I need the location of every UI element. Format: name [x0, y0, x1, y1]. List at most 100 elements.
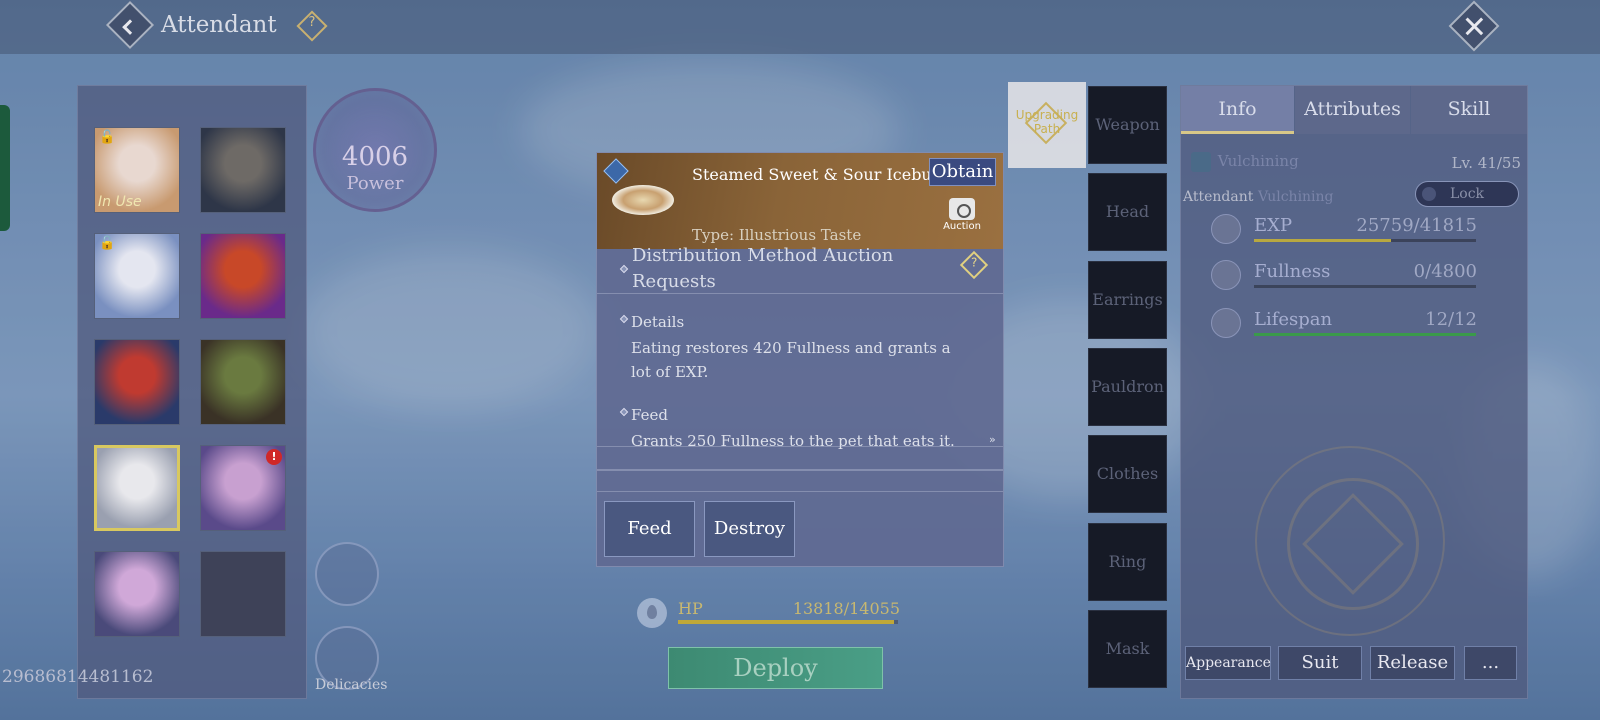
roster-slot-white-haired-woman[interactable]: 🔓 In Use: [94, 127, 180, 213]
help-icon[interactable]: ?: [959, 250, 989, 280]
pet-level: Lv. 41/55: [1451, 154, 1521, 172]
stat-bar: [1254, 285, 1476, 288]
equip-slot-mask[interactable]: Mask: [1088, 609, 1167, 688]
empty-slot-bg: [201, 552, 285, 636]
equip-slot-ring[interactable]: Ring: [1088, 522, 1167, 601]
stat-name: Lifespan: [1254, 309, 1333, 330]
suit-button[interactable]: Suit: [1278, 646, 1362, 680]
attendant-name: Vulchining: [1258, 189, 1334, 205]
divider: [597, 491, 1003, 492]
divider: [597, 446, 1003, 447]
attendant-label: Attendant: [1183, 189, 1254, 205]
pet-name-row: Vulchining: [1191, 152, 1299, 172]
obtain-button[interactable]: Obtain: [929, 158, 996, 186]
tab-attributes[interactable]: Attributes: [1295, 86, 1410, 134]
scroll-down-icon[interactable]: »: [989, 433, 996, 446]
power-value: 4006: [341, 142, 409, 172]
portrait-green-goblin: [201, 340, 285, 424]
equip-slot-pauldron[interactable]: Pauldron: [1088, 347, 1167, 426]
equip-slot-clothes[interactable]: Clothes: [1088, 435, 1167, 514]
stat-bar-fill: [1254, 239, 1391, 242]
food-bowl-icon[interactable]: [315, 542, 379, 606]
attendant-roster: 🔓 In Use 🔓!: [77, 85, 307, 699]
dish-icon: [612, 185, 674, 215]
portrait-grey-cat: [201, 128, 285, 212]
hp-drop-icon: [637, 598, 667, 628]
power-label: Power: [346, 173, 404, 194]
stat-bar: [1254, 239, 1476, 242]
item-grade-icon: [603, 158, 629, 184]
feed-text: Grants 250 Fullness to the pet that eats…: [631, 432, 955, 450]
roster-slot-empty-slot[interactable]: [200, 551, 286, 637]
roster-slot-grey-cat[interactable]: [200, 127, 286, 213]
back-icon[interactable]: [105, 0, 155, 50]
portrait-red-haired-woman: [201, 234, 285, 318]
hp-bar-fill: [678, 620, 895, 624]
equip-slot-head[interactable]: Head: [1088, 173, 1167, 252]
roster-slot-purple-haired-girl-2[interactable]: [94, 551, 180, 637]
equip-slot-earrings[interactable]: Earrings: [1088, 260, 1167, 339]
close-icon[interactable]: [1448, 0, 1500, 52]
upgrading-path-label: Upgrading Path: [1015, 108, 1079, 136]
appearance-button[interactable]: Appearance: [1185, 646, 1271, 680]
stat-value: 0/4800: [1413, 261, 1477, 282]
info-panel: Info Attributes Skill Vulchining Lv. 41/…: [1180, 85, 1528, 699]
stat-bar: [1254, 333, 1476, 336]
exp-icon: [1211, 214, 1241, 244]
release-button[interactable]: Release: [1370, 646, 1455, 680]
pet-type-icon: [1191, 152, 1211, 172]
item-name: Steamed Sweet & Sour Icebug: [692, 165, 942, 184]
item-type: Type: Illustrious Taste: [692, 226, 862, 244]
more-button[interactable]: ...: [1464, 646, 1517, 680]
help-glyph: ?: [308, 14, 316, 30]
stat-bar-fill: [1254, 333, 1476, 336]
item-header: Steamed Sweet & Sour Icebug Obtain Aucti…: [597, 153, 1003, 249]
side-drawer-tab[interactable]: [0, 105, 10, 231]
item-tooltip: Steamed Sweet & Sour Icebug Obtain Aucti…: [596, 152, 1004, 567]
roster-slot-white-fox[interactable]: [94, 445, 180, 531]
top-bar: Attendant ?: [0, 0, 1600, 54]
alert-badge-icon: !: [266, 449, 282, 465]
fullness-icon: [1211, 260, 1241, 290]
roster-slot-red-haired-woman[interactable]: [200, 233, 286, 319]
bullet-icon: [619, 264, 629, 274]
stat-value: 25759/41815: [1356, 215, 1477, 236]
pet-name: Vulchining: [1217, 152, 1299, 170]
faction-emblem-icon: [1255, 446, 1445, 636]
help-icon[interactable]: ?: [296, 10, 328, 42]
distribution-method: Distribution Method Auction: [632, 245, 894, 266]
delicacies-label: Delicacies: [315, 677, 388, 693]
hp-label: HP: [678, 599, 703, 618]
page-title: Attendant: [161, 12, 277, 38]
player-id: 29686814481162: [2, 667, 154, 687]
tab-info[interactable]: Info: [1181, 86, 1294, 134]
unlock-icon: 🔓: [99, 130, 116, 145]
bullet-icon: [619, 314, 629, 324]
bullet-icon: [619, 407, 629, 417]
roster-slot-white-haired-girl[interactable]: 🔓: [94, 233, 180, 319]
help-glyph: ?: [970, 255, 978, 270]
deploy-button[interactable]: Deploy: [668, 647, 883, 689]
stat-name: EXP: [1254, 215, 1293, 236]
portrait-white-fox: [97, 448, 177, 528]
portrait-purple-haired-girl-2: [95, 552, 179, 636]
auction-label: Auction: [943, 221, 981, 232]
hp-value: 13818/14055: [792, 599, 900, 618]
divider: [597, 293, 1003, 294]
auction-icon[interactable]: [949, 198, 975, 220]
tab-skill[interactable]: Skill: [1411, 86, 1527, 134]
roster-slot-red-haired-child[interactable]: [94, 339, 180, 425]
roster-slot-purple-haired-girl[interactable]: !: [200, 445, 286, 531]
distribution-requests: Requests: [632, 271, 716, 292]
lock-toggle[interactable]: Lock: [1415, 181, 1519, 207]
feed-title: Feed: [631, 406, 668, 424]
divider: [597, 469, 1003, 471]
equip-slot-weapon[interactable]: Weapon: [1088, 86, 1167, 164]
unlock-icon: 🔓: [99, 236, 116, 251]
feed-button[interactable]: Feed: [604, 501, 695, 557]
destroy-button[interactable]: Destroy: [704, 501, 795, 557]
in-use-label: In Use: [98, 194, 142, 210]
hp-bar: [678, 620, 898, 624]
details-text: Eating restores 420 Fullness and grants …: [631, 339, 951, 381]
roster-slot-green-goblin[interactable]: [200, 339, 286, 425]
